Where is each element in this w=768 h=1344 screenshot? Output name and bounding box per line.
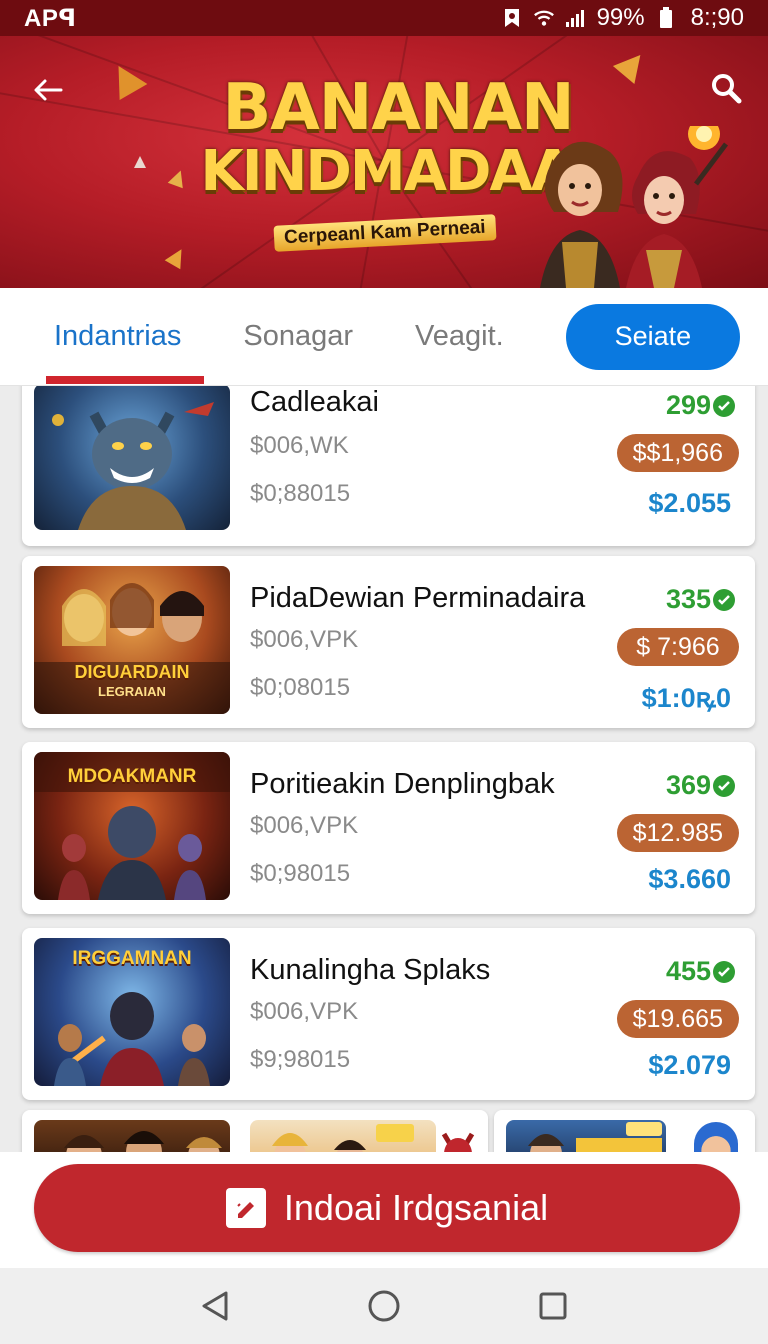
- tab-bar: Indantrias Sonagar Veagit. Seiate: [0, 288, 768, 386]
- game-meta-primary: $006,WK: [250, 432, 349, 459]
- game-card[interactable]: IRGGAMNAN Kunalingha Splaks $006,VPK $9;…: [22, 928, 755, 1100]
- game-meta-secondary: $9;98015: [250, 1046, 351, 1073]
- system-nav-bar: [0, 1268, 768, 1344]
- game-thumbnail: [34, 386, 230, 530]
- status-app-label: APꟼ: [24, 4, 77, 32]
- tab-veagit[interactable]: Veagit.: [415, 320, 504, 353]
- game-thumbnail: [250, 1120, 436, 1152]
- game-thumbnail: MDOAKMANR: [34, 752, 230, 900]
- game-price-button[interactable]: $12.985: [616, 814, 739, 852]
- back-arrow-icon: [34, 79, 63, 101]
- game-score-value: 369: [665, 770, 711, 800]
- game-score: 299: [666, 390, 735, 421]
- game-score-value: 455: [665, 956, 711, 986]
- game-score: 335: [666, 584, 735, 615]
- bottom-action-area: Indoai Irdgsanial: [0, 1152, 768, 1268]
- game-alt-price: $2.055: [648, 488, 731, 518]
- home-circle-icon: [368, 1290, 400, 1322]
- game-alt-price: $1:0ꝶ0: [641, 683, 731, 713]
- recents-square-icon: [539, 1292, 567, 1320]
- search-icon: [712, 74, 742, 104]
- game-thumbnail: DIGUARDAIN LEGRAIAN: [34, 566, 230, 714]
- avatar: [694, 1122, 738, 1152]
- signal-icon: [565, 7, 587, 29]
- game-thumbnail-logo: MDOAKMANR: [67, 766, 197, 787]
- game-score-value: 299: [665, 390, 711, 420]
- game-price-button[interactable]: $19.665: [616, 1000, 739, 1038]
- game-thumbnail-logo: IRGGAMNAN: [72, 948, 192, 969]
- active-tab-indicator: [46, 376, 204, 384]
- game-title: Poritieakin Denplingbak: [250, 768, 555, 800]
- check-icon: [713, 960, 735, 983]
- nav-home-button[interactable]: [362, 1284, 406, 1328]
- game-score: 369: [666, 770, 735, 801]
- devil-icon: [436, 1120, 480, 1152]
- check-icon: [713, 588, 735, 611]
- game-card[interactable]: [494, 1110, 755, 1152]
- status-bar: APꟼ 99% 8:;90: [0, 0, 768, 36]
- game-thumbnail: IRGGAMNAN: [34, 938, 230, 1086]
- game-meta-primary: $006,VPK: [250, 812, 359, 839]
- battery-percentage: 99%: [596, 4, 645, 31]
- search-button[interactable]: [706, 68, 746, 108]
- game-score-value: 335: [665, 584, 711, 614]
- game-price-button[interactable]: $$1,966: [616, 434, 739, 472]
- back-button[interactable]: [28, 70, 68, 110]
- game-title: PidaDewian Perminadaira: [250, 582, 586, 614]
- game-meta-secondary: $0;08015: [250, 674, 351, 701]
- game-card[interactable]: Cadleakai $006,WK $0;88015 299 $$1,966 $…: [22, 386, 755, 546]
- game-card[interactable]: [22, 1110, 488, 1152]
- back-triangle-icon: [202, 1291, 228, 1321]
- check-icon: [713, 774, 735, 797]
- nav-back-button[interactable]: [193, 1284, 237, 1328]
- game-price-button[interactable]: $ 7:966: [617, 628, 739, 666]
- tab-sonagar[interactable]: Sonagar: [243, 320, 353, 353]
- status-time: 8:;90: [690, 4, 744, 31]
- game-title: Kunalingha Splaks: [250, 954, 491, 986]
- game-meta-primary: $006,VPK: [250, 998, 359, 1025]
- game-thumbnail: [506, 1120, 666, 1152]
- wifi-icon: [533, 7, 555, 29]
- game-alt-price: $3.660: [648, 864, 731, 894]
- game-meta-primary: $006,VPK: [250, 626, 359, 653]
- check-icon: [713, 394, 735, 417]
- battery-icon: [655, 7, 677, 29]
- install-button[interactable]: Indoai Irdgsanial: [34, 1164, 740, 1252]
- game-title: Cadleakai: [250, 386, 379, 418]
- tab-indantrias[interactable]: Indantrias: [54, 320, 181, 353]
- game-card[interactable]: MDOAKMANR Poritieakin Denplingbak $006,V…: [22, 742, 755, 914]
- edit-icon: [225, 1188, 266, 1228]
- hero-characters-illustration: [540, 126, 728, 288]
- seiate-button[interactable]: Seiate: [565, 303, 740, 370]
- install-button-label: Indoai Irdgsanial: [283, 1187, 549, 1228]
- game-meta-secondary: $0;98015: [250, 860, 351, 887]
- game-thumbnail-logo-line2: LEGRAIAN: [98, 684, 166, 699]
- game-card[interactable]: DIGUARDAIN LEGRAIAN PidaDewian Perminada…: [22, 556, 755, 728]
- notification-icon: [501, 7, 523, 29]
- hero-subtitle: Cerpeanl Kam Perneai: [273, 214, 497, 252]
- nav-recents-button[interactable]: [531, 1284, 575, 1328]
- hero-banner: BANANAN KINDMADAA! Cerpeanl Kam Perneai: [0, 36, 768, 288]
- game-alt-price: $2.079: [648, 1050, 731, 1080]
- game-meta-secondary: $0;88015: [250, 480, 351, 507]
- game-score: 455: [666, 956, 735, 987]
- game-list[interactable]: Cadleakai $006,WK $0;88015 299 $$1,966 $…: [0, 386, 768, 1152]
- game-thumbnail-logo-line1: DIGUARDAIN: [74, 662, 190, 682]
- game-thumbnail: [34, 1120, 230, 1152]
